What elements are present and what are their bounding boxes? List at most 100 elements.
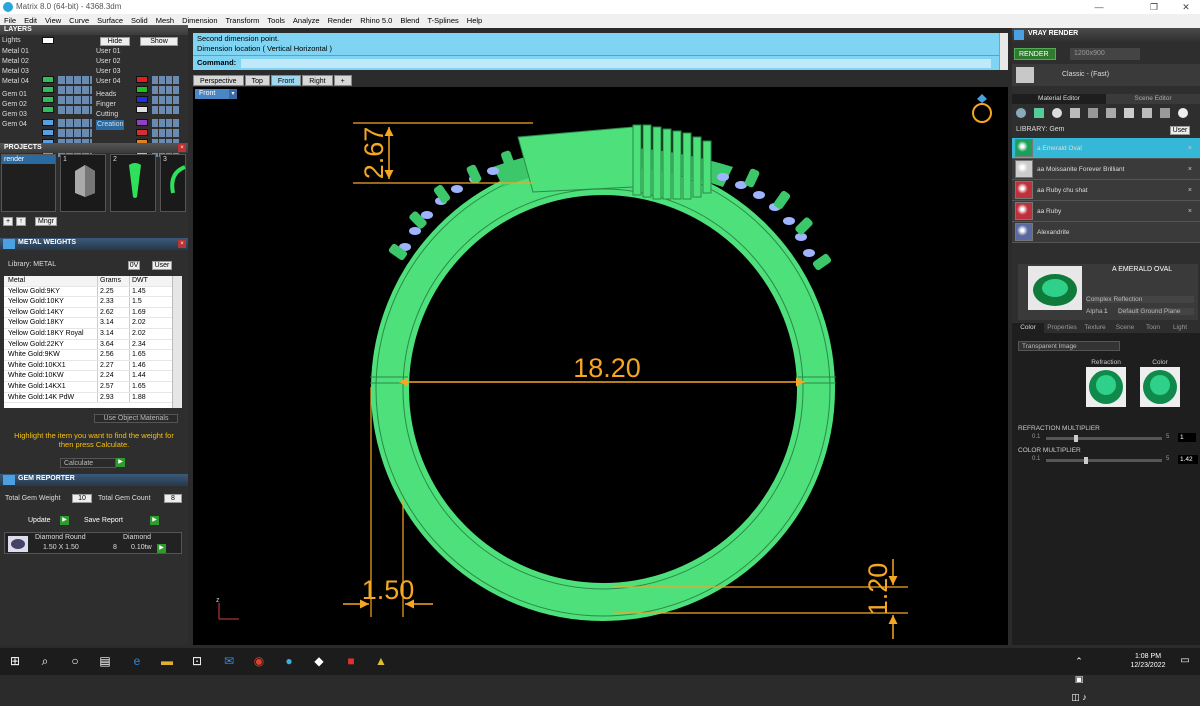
tab-color[interactable]: Color	[1012, 323, 1044, 333]
menu-help[interactable]: Help	[463, 14, 486, 28]
library-toggle-button[interactable]: 0V	[128, 261, 140, 270]
layer-color-swatch[interactable]	[136, 86, 148, 93]
layer-user-02[interactable]: User 02	[96, 57, 121, 67]
save-icon[interactable]	[1124, 108, 1134, 118]
layer-user-03[interactable]: User 03	[96, 67, 121, 77]
layer-toggle-buttons[interactable]	[152, 86, 180, 94]
layer-toggle-buttons[interactable]	[152, 129, 180, 137]
droplet-icon[interactable]	[1016, 108, 1026, 118]
minimize-button[interactable]: —	[1085, 0, 1113, 14]
chrome-icon[interactable]: ◉	[250, 652, 268, 670]
metal-weights-close-icon[interactable]: ×	[178, 240, 186, 248]
layer-gem-01[interactable]: Gem 01	[2, 90, 27, 100]
layer-user-04[interactable]: User 04	[96, 77, 121, 87]
layer-user-01[interactable]: User 01	[96, 47, 121, 57]
tab-top[interactable]: Top	[244, 75, 270, 86]
ground-plane-dropdown[interactable]: Default Ground Plane	[1118, 308, 1194, 315]
tab-front[interactable]: Front	[270, 75, 302, 86]
layer-finger[interactable]: Finger	[96, 100, 116, 110]
save-report-button[interactable]: Save Report	[84, 516, 123, 526]
layer-color-swatch[interactable]	[42, 76, 54, 83]
refraction-swatch-image[interactable]	[1086, 367, 1126, 407]
tab-scene-editor[interactable]: Scene Editor	[1106, 94, 1200, 104]
layer-color-swatch[interactable]	[136, 129, 148, 136]
menu-blend[interactable]: Blend	[396, 14, 423, 28]
layer-toggle-buttons[interactable]	[58, 76, 92, 84]
refraction-slider[interactable]	[1046, 435, 1162, 442]
layer-color-swatch[interactable]	[42, 129, 54, 136]
app-yellow-icon[interactable]: ▲	[372, 652, 390, 670]
refraction-slider-thumb[interactable]	[1074, 435, 1078, 442]
tab-toon[interactable]: Toon	[1140, 323, 1166, 333]
tab-scene[interactable]: Scene	[1110, 323, 1140, 333]
calculate-play-icon[interactable]: ▶	[116, 458, 125, 467]
gem-icon[interactable]	[1034, 108, 1044, 118]
metal-table-row[interactable]: Yellow Gold:18KY Royal 3.14 2.02	[4, 328, 182, 340]
edge-icon[interactable]: e	[128, 652, 146, 670]
tab-material-editor[interactable]: Material Editor	[1012, 94, 1106, 104]
color-slider[interactable]	[1046, 457, 1162, 464]
metal-table-row[interactable]: White Gold:9KW 2.56 1.65	[4, 350, 182, 361]
layer-color-swatch[interactable]	[136, 106, 148, 113]
notification-icon[interactable]: ▭	[1176, 652, 1194, 670]
material-list-item[interactable]: aa Ruby chu shat ×	[1012, 180, 1200, 201]
layer-toggle-buttons[interactable]	[58, 96, 92, 104]
matrix-app-icon[interactable]: ●	[280, 652, 298, 670]
windows-start-icon[interactable]: ⊞	[6, 652, 24, 670]
layer-heads[interactable]: Heads	[96, 90, 116, 100]
metal-table-row[interactable]: Yellow Gold:9KY 2.25 1.45	[4, 286, 182, 298]
search-icon[interactable]: ⌕	[36, 652, 54, 670]
color-value[interactable]: 1.42	[1178, 455, 1198, 464]
layer-toggle-buttons[interactable]	[58, 106, 92, 114]
metal-table-row[interactable]: Yellow Gold:10KY 2.33 1.5	[4, 297, 182, 308]
copy-icon[interactable]	[1142, 108, 1152, 118]
tab-right[interactable]: Right	[302, 75, 333, 86]
layer-color-swatch[interactable]	[136, 96, 148, 103]
metal-table-row[interactable]: White Gold:14KX1 2.57 1.65	[4, 381, 182, 393]
metal-table-row[interactable]: Yellow Gold:18KY 3.14 2.02	[4, 318, 182, 329]
grid-icon[interactable]	[1088, 108, 1098, 118]
layer-gem-04[interactable]: Gem 04	[2, 120, 27, 130]
texture-icon[interactable]	[1070, 108, 1080, 118]
color-slider-thumb[interactable]	[1084, 457, 1088, 464]
resolution-field[interactable]: 1200x900	[1070, 48, 1140, 60]
preset-row[interactable]: Classic - (Fast)	[1012, 64, 1200, 86]
layer-color-swatch[interactable]	[136, 76, 148, 83]
tab-texture[interactable]: Texture	[1080, 323, 1110, 333]
tab-light[interactable]: Light	[1166, 323, 1194, 333]
refraction-value[interactable]: 1	[1178, 433, 1196, 442]
save-report-play-icon[interactable]: ▶	[150, 516, 159, 525]
layer-metal-04[interactable]: Metal 04	[2, 77, 29, 87]
tab-add[interactable]: +	[333, 75, 352, 86]
vray-user-button[interactable]: User	[1170, 126, 1190, 135]
metal-table-row[interactable]: Yellow Gold:14KY 2.62 1.69	[4, 307, 182, 319]
command-scrollbar[interactable]	[999, 33, 1008, 70]
task-view-icon[interactable]: ▤	[96, 652, 114, 670]
complex-reflection-dropdown[interactable]: Complex Reflection	[1086, 296, 1194, 303]
material-list-item[interactable]: a Emerald Oval ×	[1012, 138, 1200, 159]
front-viewport[interactable]: 2.67 18.20 1.50 1.20 z	[193, 87, 1008, 645]
metal-table-scrollbar[interactable]	[172, 276, 182, 408]
gem-report-play-icon[interactable]: ▶	[157, 544, 166, 553]
command-input[interactable]	[241, 59, 991, 68]
viewport-dropdown-icon[interactable]: ▾	[229, 89, 237, 99]
menu-transform[interactable]: Transform	[222, 14, 264, 28]
metal-table-row[interactable]: White Gold:14K PdW 2.93 1.88	[4, 392, 182, 404]
layer-color-swatch[interactable]	[42, 106, 54, 113]
layer-toggle-buttons[interactable]	[58, 129, 92, 137]
menu-render[interactable]: Render	[324, 14, 357, 28]
menu-tsplines[interactable]: T-Splines	[424, 14, 463, 28]
layer-color-swatch[interactable]	[42, 96, 54, 103]
up-project-button[interactable]: ↑	[16, 217, 26, 226]
add-project-button[interactable]: +	[3, 217, 13, 226]
render-button[interactable]: RENDER	[1014, 48, 1056, 60]
project-item[interactable]: render	[2, 155, 55, 164]
layer-toggle-buttons[interactable]	[152, 106, 180, 114]
store-icon[interactable]: ⊡	[188, 652, 206, 670]
layer-metal-01[interactable]: Metal 01	[2, 47, 29, 57]
project-thumb-3[interactable]: 3	[160, 154, 186, 212]
layer-cutting[interactable]: Cutting	[96, 110, 118, 120]
light-icon[interactable]	[1178, 108, 1188, 118]
color-swatch-image[interactable]	[1140, 367, 1180, 407]
alpha-value[interactable]: 1	[1104, 308, 1108, 315]
